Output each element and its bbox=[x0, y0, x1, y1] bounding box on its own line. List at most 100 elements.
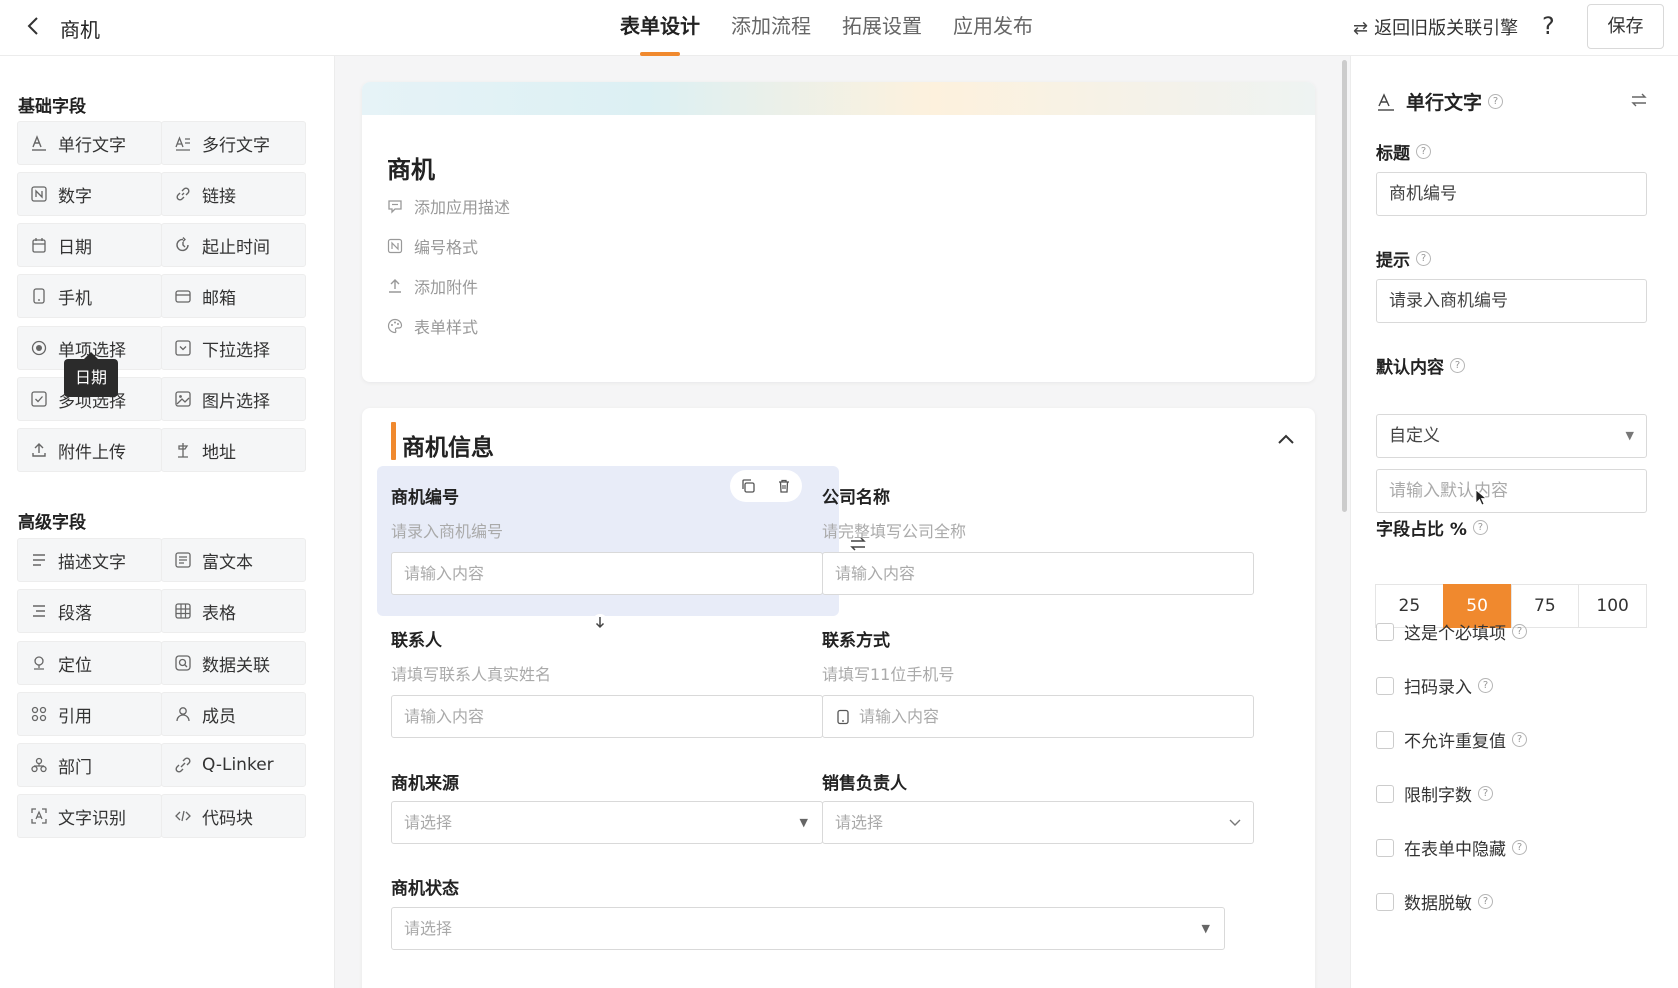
no-duplicate-checkbox[interactable]: 不允许重复值? bbox=[1376, 727, 1527, 752]
comment-icon bbox=[386, 197, 404, 215]
help-circle-icon[interactable]: ? bbox=[1416, 251, 1431, 266]
contact-input[interactable]: 请输入内容 bbox=[391, 695, 823, 738]
palette-item-label: 多行文字 bbox=[202, 135, 270, 156]
palette-item-code-block[interactable]: 代码块 bbox=[161, 794, 306, 838]
sales-owner-select[interactable]: 请选择 bbox=[822, 801, 1254, 844]
help-circle-icon[interactable]: ? bbox=[1488, 94, 1504, 109]
arrow-down-icon[interactable] bbox=[592, 614, 608, 630]
hint-label-row: 提示? bbox=[1376, 246, 1431, 271]
form-title[interactable]: 商机 bbox=[387, 150, 435, 185]
palette-item-time-range[interactable]: 起止时间 bbox=[161, 223, 306, 267]
palette-item-member[interactable]: 成员 bbox=[161, 692, 306, 736]
upload-icon bbox=[30, 441, 48, 459]
help-circle-icon[interactable]: ? bbox=[1512, 624, 1527, 639]
form-style-link[interactable]: 表单样式 bbox=[386, 314, 478, 338]
reference-icon bbox=[30, 705, 48, 723]
palette-item-attachment[interactable]: 附件上传 bbox=[17, 428, 162, 472]
caret-down-icon: ▼ bbox=[1201, 922, 1210, 935]
trash-icon[interactable] bbox=[774, 476, 794, 496]
field-action-group bbox=[730, 470, 802, 502]
help-circle-icon[interactable]: ? bbox=[1512, 840, 1527, 855]
default-value-input[interactable]: 请输入默认内容 bbox=[1376, 469, 1647, 513]
default-mode-select[interactable]: 自定义 ▼ bbox=[1376, 414, 1647, 458]
checkbox-box[interactable] bbox=[1376, 784, 1394, 803]
canvas-scrollbar[interactable] bbox=[1342, 60, 1347, 512]
palette-item-description[interactable]: 描述文字 bbox=[17, 538, 162, 582]
meta-label: 添加附件 bbox=[414, 278, 479, 297]
add-attachment-link[interactable]: 添加附件 bbox=[386, 274, 478, 298]
field-palette: 基础字段 单行文字 多行文字 数字 链接 日期 起止时间 手机 邮箱 单项选择 … bbox=[0, 56, 335, 988]
palette-item-reference[interactable]: 引用 bbox=[17, 692, 162, 736]
copy-icon[interactable] bbox=[738, 476, 758, 496]
width-option-100[interactable]: 100 bbox=[1578, 584, 1647, 628]
palette-item-link[interactable]: 链接 bbox=[161, 172, 306, 216]
property-panel: 单行文字 ? 标题? 商机编号 提示? 请录入商机编号 默认内容? 自定义 ▼ … bbox=[1350, 56, 1678, 988]
palette-item-q-linker[interactable]: Q-Linker bbox=[161, 743, 306, 787]
help-circle-icon[interactable]: ? bbox=[1478, 678, 1493, 693]
title-input[interactable]: 商机编号 bbox=[1376, 172, 1647, 216]
help-circle-icon[interactable]: ? bbox=[1478, 894, 1493, 909]
data-masking-checkbox[interactable]: 数据脱敏? bbox=[1376, 889, 1493, 914]
help-circle-icon[interactable]: ? bbox=[1472, 520, 1488, 535]
required-checkbox[interactable]: 这是个必填项? bbox=[1376, 619, 1527, 644]
image-icon bbox=[174, 390, 192, 408]
number-format-link[interactable]: 编号格式 bbox=[386, 234, 478, 258]
section-title[interactable]: 商机信息 bbox=[402, 428, 494, 462]
revert-legacy-engine-link[interactable]: ⇄ 返回旧版关联引擎 bbox=[1353, 14, 1518, 40]
locate-icon bbox=[30, 654, 48, 672]
palette-item-label: 链接 bbox=[202, 186, 236, 207]
palette-item-locate[interactable]: 定位 bbox=[17, 641, 162, 685]
text-cursor-icon bbox=[1475, 489, 1488, 506]
number-format-icon bbox=[386, 237, 404, 255]
opportunity-status-select[interactable]: 请选择 ▼ bbox=[391, 907, 1225, 950]
field-hint-contact-method: 请填写11位手机号 bbox=[822, 665, 955, 684]
save-button[interactable]: 保存 bbox=[1587, 4, 1664, 49]
palette-item-number[interactable]: 数字 bbox=[17, 172, 162, 216]
input-placeholder: 请输入内容 bbox=[404, 564, 485, 583]
field-hint-opportunity-id: 请录入商机编号 bbox=[391, 522, 504, 541]
hide-in-form-checkbox[interactable]: 在表单中隐藏? bbox=[1376, 835, 1527, 860]
help-circle-icon[interactable]: ? bbox=[1416, 144, 1431, 159]
tab-add-workflow[interactable]: 添加流程 bbox=[731, 0, 811, 56]
checkbox-box[interactable] bbox=[1376, 892, 1394, 911]
palette-item-image-choice[interactable]: 图片选择 bbox=[161, 377, 306, 421]
help-circle-icon[interactable]: ? bbox=[1450, 358, 1465, 373]
add-description-link[interactable]: 添加应用描述 bbox=[386, 194, 510, 218]
palette-item-department[interactable]: 部门 bbox=[17, 743, 162, 787]
checkbox-box[interactable] bbox=[1376, 838, 1394, 857]
palette-item-rich-text[interactable]: 富文本 bbox=[161, 538, 306, 582]
palette-item-address[interactable]: 地址 bbox=[161, 428, 306, 472]
palette-item-date[interactable]: 日期 bbox=[17, 223, 162, 267]
checkbox-box[interactable] bbox=[1376, 622, 1394, 641]
tab-extension-settings[interactable]: 拓展设置 bbox=[842, 0, 922, 56]
palette-item-paragraph[interactable]: 段落 bbox=[17, 589, 162, 633]
palette-item-phone[interactable]: 手机 bbox=[17, 274, 162, 318]
tab-app-publish[interactable]: 应用发布 bbox=[953, 0, 1033, 56]
scan-input-checkbox[interactable]: 扫码录入? bbox=[1376, 673, 1493, 698]
palette-item-mail[interactable]: 邮箱 bbox=[161, 274, 306, 318]
palette-item-single-line-text[interactable]: 单行文字 bbox=[17, 121, 162, 165]
contact-method-input[interactable]: 请输入内容 bbox=[822, 695, 1254, 738]
palette-item-ocr[interactable]: 文字识别 bbox=[17, 794, 162, 838]
back-arrow-icon[interactable] bbox=[22, 14, 46, 38]
palette-item-table[interactable]: 表格 bbox=[161, 589, 306, 633]
palette-item-dropdown[interactable]: 下拉选择 bbox=[161, 326, 306, 370]
checkbox-box[interactable] bbox=[1376, 730, 1394, 749]
help-circle-icon[interactable]: ? bbox=[1478, 786, 1493, 801]
help-icon[interactable]: ? bbox=[1542, 12, 1555, 40]
checkbox-box[interactable] bbox=[1376, 676, 1394, 695]
tab-form-design[interactable]: 表单设计 bbox=[620, 0, 700, 56]
single-line-text-icon bbox=[1378, 92, 1394, 111]
hint-input[interactable]: 请录入商机编号 bbox=[1376, 279, 1647, 323]
opportunity-source-select[interactable]: 请选择 ▼ bbox=[391, 801, 823, 844]
company-name-input[interactable]: 请输入内容 bbox=[822, 552, 1254, 595]
chevron-up-icon[interactable] bbox=[1276, 430, 1296, 450]
header-gradient bbox=[362, 82, 1315, 115]
swap-type-icon[interactable] bbox=[1629, 90, 1649, 110]
palette-item-data-link[interactable]: 数据关联 bbox=[161, 641, 306, 685]
help-circle-icon[interactable]: ? bbox=[1512, 732, 1527, 747]
opportunity-id-input[interactable]: 请输入内容 bbox=[391, 552, 823, 595]
rich-text-icon bbox=[174, 551, 192, 569]
limit-length-checkbox[interactable]: 限制字数? bbox=[1376, 781, 1493, 806]
palette-item-multi-line-text[interactable]: 多行文字 bbox=[161, 121, 306, 165]
